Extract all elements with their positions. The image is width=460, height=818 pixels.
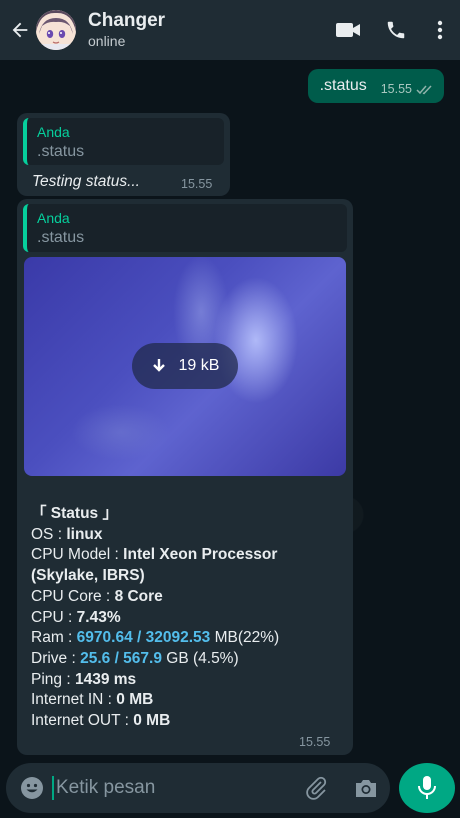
emoji-button[interactable] (6, 763, 44, 813)
status-text: 「 Status 」 OS : linux CPU Model : Intel … (31, 504, 351, 732)
status-net-out: Internet OUT : 0 MB (31, 712, 171, 730)
voice-call-button[interactable] (372, 0, 420, 60)
contact-name: Changer (88, 10, 166, 31)
message-time: 15.55 (380, 82, 412, 96)
file-size: 19 kB (178, 357, 220, 374)
image-thumbnail[interactable]: 19 kB (24, 257, 346, 476)
status-os: OS : linux (31, 525, 103, 543)
double-check-icon (416, 84, 432, 94)
status-cpu: CPU : 7.43% (31, 608, 121, 626)
quote-text: .status (37, 143, 85, 160)
ram-link[interactable]: 6970.64 / 32092.53 (77, 629, 211, 646)
quote-author: Anda (37, 124, 70, 140)
download-button[interactable]: 19 kB (132, 343, 238, 389)
status-net-in: Internet IN : 0 MB (31, 691, 154, 709)
video-call-button[interactable] (324, 0, 372, 60)
avatar[interactable] (36, 10, 76, 50)
video-call-icon (336, 23, 360, 37)
emoji-icon (21, 777, 43, 799)
paperclip-icon (306, 776, 327, 800)
status-ram: Ram : 6970.64 / 32092.53 MB(22%) (31, 629, 280, 647)
back-button[interactable] (4, 0, 36, 60)
message-time: 15.55 (181, 177, 213, 191)
chat-header: Changer online (0, 0, 460, 60)
attach-button[interactable] (292, 763, 342, 813)
incoming-status-message[interactable]: Anda .status 19 kB 「 Status 」 OS : linux… (17, 199, 353, 755)
status-cpu-model-cont: (Skylake, IBRS) (31, 567, 145, 585)
quote-author: Anda (37, 210, 70, 226)
status-drive: Drive : 25.6 / 567.9 GB (4.5%) (31, 649, 239, 667)
more-options-button[interactable] (420, 0, 460, 60)
drive-link[interactable]: 25.6 / 567.9 (80, 650, 162, 667)
message-time: 15.55 (299, 735, 331, 749)
microphone-icon (418, 776, 436, 799)
quoted-message[interactable]: Anda .status (23, 118, 224, 165)
message-text: Testing status... (32, 173, 140, 190)
message-input[interactable]: Ketik pesan (52, 776, 292, 800)
quoted-message[interactable]: Anda .status (23, 204, 347, 252)
download-icon (152, 359, 165, 372)
contact-status: online (88, 33, 126, 49)
status-cpu-core: CPU Core : 8 Core (31, 587, 163, 605)
voice-record-button[interactable] (399, 763, 455, 813)
contact-info[interactable]: Changer online (88, 10, 324, 50)
back-arrow-icon (12, 22, 28, 38)
message-text: .status (319, 77, 367, 94)
quote-text: .status (37, 229, 85, 246)
camera-button[interactable] (342, 763, 390, 813)
more-vert-icon (437, 20, 443, 40)
camera-icon (356, 780, 376, 797)
phone-icon (387, 21, 405, 39)
status-title: 「 Status 」 (31, 505, 118, 522)
outgoing-message[interactable]: .status 15.55 (307, 69, 444, 103)
status-ping: Ping : 1439 ms (31, 670, 137, 688)
message-composer: Ketik pesan (6, 763, 390, 813)
status-cpu-model: CPU Model : Intel Xeon Processor (31, 546, 278, 564)
incoming-message[interactable]: Anda .status Testing status... 15.55 (17, 113, 230, 196)
